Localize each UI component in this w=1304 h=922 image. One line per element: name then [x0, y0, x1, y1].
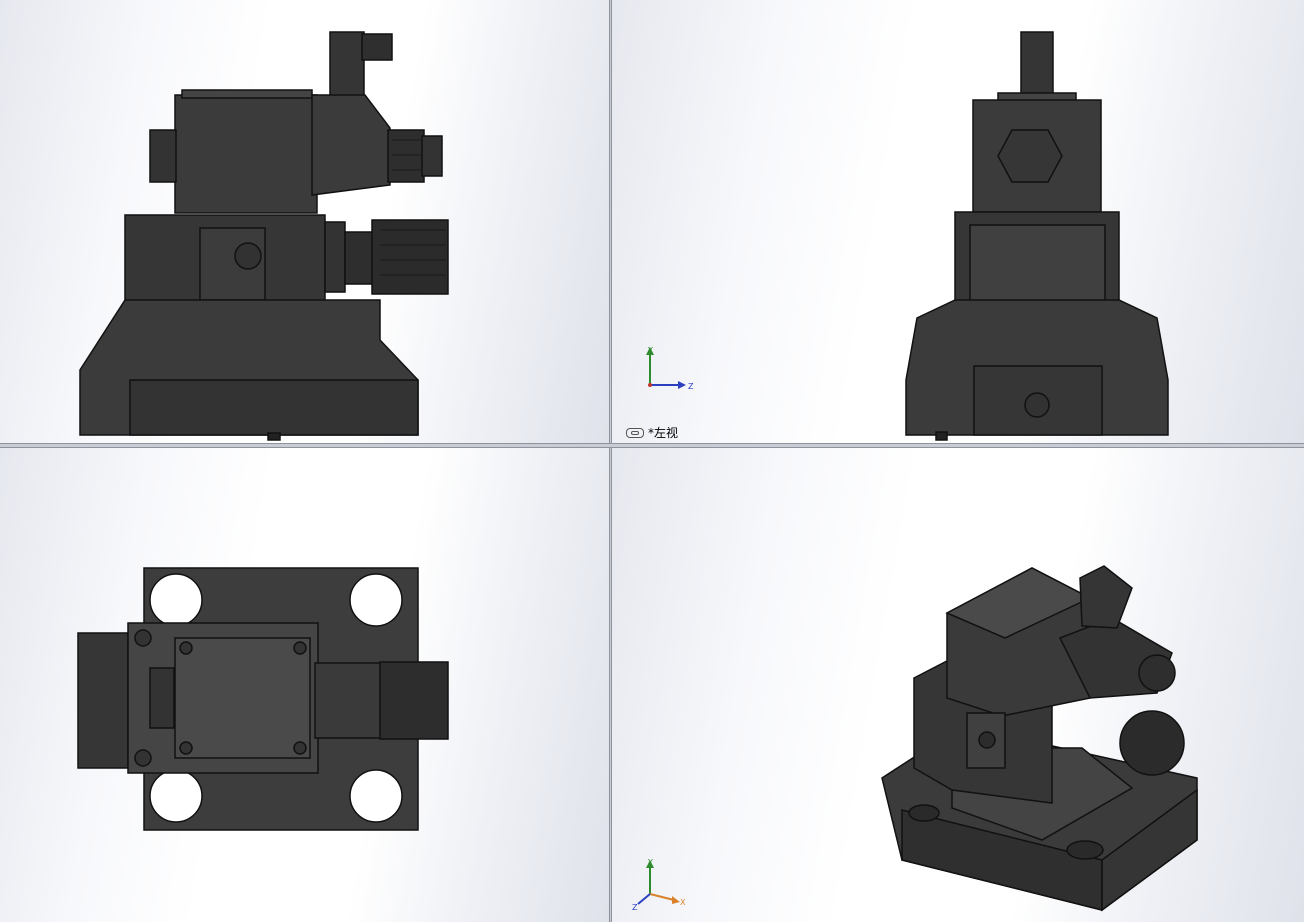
- triad-icon: Y X Z: [632, 858, 686, 912]
- viewport-top[interactable]: [0, 448, 609, 922]
- triad-iso-z-label: Z: [632, 903, 638, 912]
- viewport-front[interactable]: [0, 0, 609, 443]
- valve-model-front: [79, 31, 449, 441]
- viewport-left-view[interactable]: Y Z *左视: [612, 0, 1304, 443]
- viewport-splitter-horizontal[interactable]: [0, 443, 1304, 448]
- triad-iso-x-label: X: [680, 898, 686, 907]
- valve-model-iso: [881, 565, 1198, 912]
- viewport-splitter-vertical[interactable]: [609, 0, 612, 922]
- iso-view-triad: Y X Z: [630, 856, 690, 916]
- view-label-text: *左视: [648, 426, 679, 440]
- view-label: *左视: [626, 424, 678, 441]
- triad-z-label: Z: [688, 382, 694, 391]
- view-triad: Y Z: [640, 345, 700, 399]
- triad-iso-y-label: Y: [647, 858, 653, 867]
- valve-model-side: [905, 31, 1169, 441]
- valve-model-top: [77, 567, 449, 831]
- viewport-isometric[interactable]: Y X Z: [612, 448, 1304, 922]
- triad-y-label: Y: [647, 346, 653, 355]
- link-icon: [626, 427, 644, 438]
- triad-icon: Y Z: [646, 346, 694, 391]
- cad-window: Y Z *左视 Y X Z: [0, 0, 1304, 922]
